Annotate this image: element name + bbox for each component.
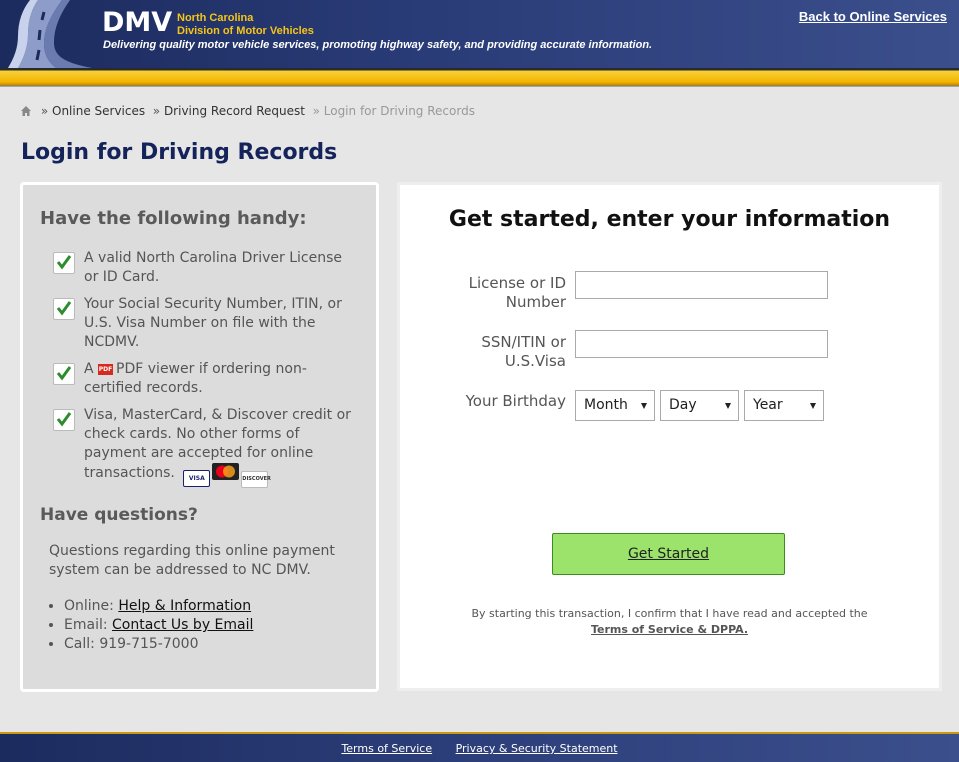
footer-links: Terms of Service Privacy & Security Stat… [0, 742, 959, 755]
breadcrumb: » Online Services » Driving Record Reque… [21, 104, 475, 119]
checkmark-icon [53, 409, 75, 431]
footer-terms-link[interactable]: Terms of Service [341, 742, 432, 755]
contact-label: Email: [64, 617, 108, 633]
phone-number: 919-715-7000 [99, 636, 199, 652]
breadcrumb-separator: » [312, 104, 320, 118]
questions-heading: Have questions? [40, 505, 198, 525]
select-value: Day [669, 397, 697, 413]
select-value: Month [584, 397, 628, 413]
mastercard-icon [212, 463, 240, 480]
pdf-label: PDF [116, 361, 144, 377]
ssn-label: SSN/ITIN or U.S.Visa [481, 333, 566, 370]
requirement-item: A PDF PDF viewer if ordering non-certifie… [53, 360, 353, 400]
terms-dppa-link[interactable]: Terms of Service & DPPA. [591, 623, 748, 636]
breadcrumb-separator: » [152, 104, 161, 118]
requirement-item: Visa, MasterCard, & Discover credit or c… [53, 406, 353, 488]
license-input[interactable] [575, 271, 828, 299]
select-value: Year [753, 397, 783, 413]
consent-text: By starting this transaction, I confirm … [471, 607, 868, 620]
login-form-panel: Get started, enter your information Lice… [397, 182, 942, 691]
get-started-button[interactable]: Get Started [552, 533, 785, 575]
contact-list: Online: Help & Information Email: Contac… [49, 597, 253, 654]
contact-email: Email: Contact Us by Email [64, 616, 253, 635]
contact-label: Online: [64, 598, 114, 614]
visa-card-icon: VISA [183, 470, 211, 487]
birth-month-select[interactable]: Month [575, 390, 655, 421]
road-logo-icon [8, 0, 92, 68]
site-footer: Terms of Service Privacy & Security Stat… [0, 732, 959, 762]
requirement-item: Your Social Security Number, ITIN, or U.… [53, 295, 353, 353]
brand-division: Division of Motor Vehicles [177, 25, 314, 37]
consent-notice: By starting this transaction, I confirm … [400, 606, 939, 638]
requirement-item: A valid North Carolina Driver License or… [53, 249, 353, 289]
checkmark-icon [53, 252, 75, 274]
form-heading: Get started, enter your information [448, 207, 891, 232]
requirement-text: Visa, MasterCard, & Discover credit or c… [84, 406, 359, 488]
discover-card-icon: DISCOVER [241, 471, 271, 488]
checkmark-icon [53, 363, 75, 385]
birth-day-select[interactable]: Day [660, 390, 739, 421]
requirement-text: A valid North Carolina Driver License or… [84, 250, 342, 285]
breadcrumb-current: Login for Driving Records [323, 104, 475, 118]
back-to-online-services-link[interactable]: Back to Online Services [799, 9, 947, 24]
dropdown-arrow-icon [810, 403, 816, 409]
help-information-link[interactable]: Help & Information [118, 598, 251, 614]
requirements-panel: Have the following handy: A valid North … [20, 182, 379, 692]
requirement-text: Your Social Security Number, ITIN, or U.… [84, 296, 342, 350]
gold-divider-bar [0, 68, 959, 87]
questions-text: Questions regarding this online payment … [49, 543, 335, 578]
license-label: License or ID Number [468, 274, 566, 311]
birthday-label: Your Birthday [465, 392, 566, 410]
tagline: Delivering quality motor vehicle service… [103, 39, 653, 51]
footer-privacy-link[interactable]: Privacy & Security Statement [456, 742, 618, 755]
contact-email-link[interactable]: Contact Us by Email [112, 617, 253, 633]
birth-year-select[interactable]: Year [744, 390, 824, 421]
page-title: Login for Driving Records [21, 140, 338, 165]
ssn-input[interactable] [575, 330, 828, 358]
requirements-heading: Have the following handy: [40, 208, 307, 229]
accepted-cards: VISA DISCOVER [183, 463, 271, 488]
contact-online: Online: Help & Information [64, 597, 253, 616]
brand-state: North Carolina [177, 12, 254, 24]
breadcrumb-driving-record-request[interactable]: Driving Record Request [164, 104, 305, 118]
dropdown-arrow-icon [725, 403, 731, 409]
checkmark-icon [53, 298, 75, 320]
breadcrumb-separator: » [40, 104, 49, 118]
home-icon[interactable] [21, 105, 31, 119]
contact-label: Call: [64, 636, 95, 652]
requirement-prefix: A [84, 361, 94, 377]
breadcrumb-online-services[interactable]: Online Services [52, 104, 145, 118]
brand-dmv: DMV [102, 7, 173, 38]
requirement-text: A PDF PDF viewer if ordering non-certifie… [84, 360, 359, 398]
pdf-icon: PDF [98, 364, 114, 375]
contact-phone: Call: 919-715-7000 [64, 635, 253, 654]
dropdown-arrow-icon [641, 403, 647, 409]
site-header: DMV North Carolina Division of Motor Veh… [0, 0, 959, 68]
